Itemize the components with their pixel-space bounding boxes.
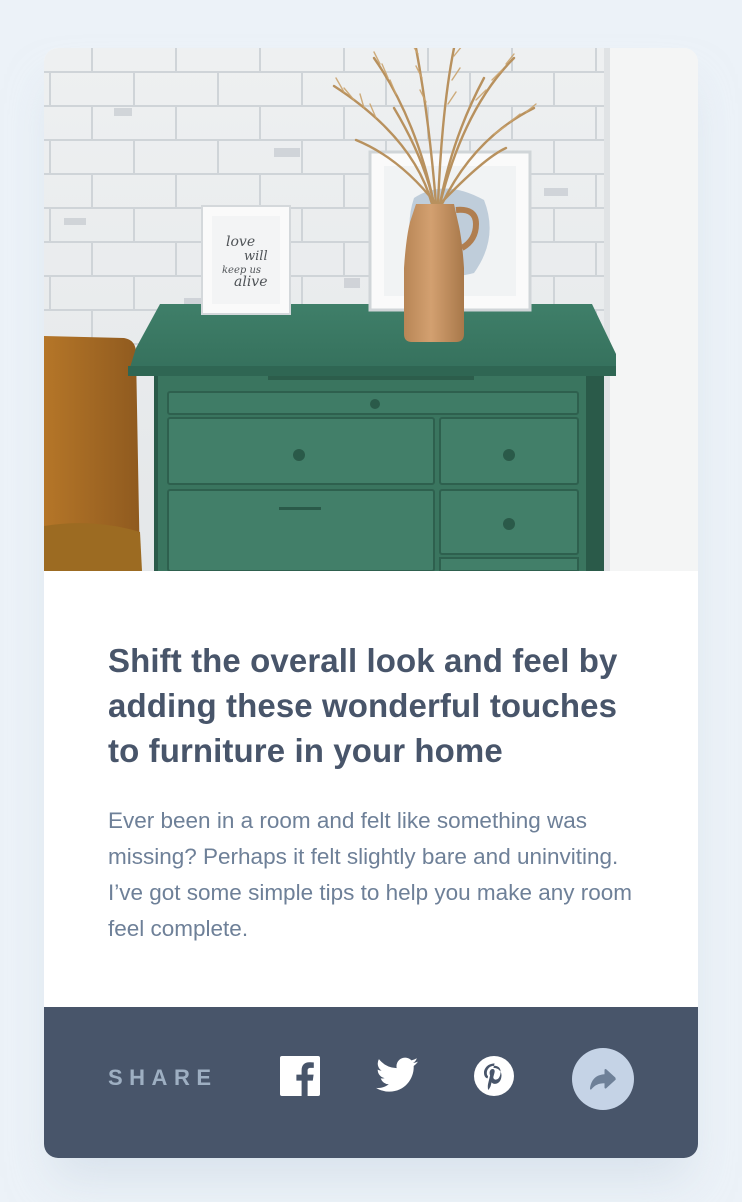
article-card: love will keep us alive Shift the overal… <box>44 48 698 1158</box>
svg-text:alive: alive <box>234 274 268 290</box>
svg-text:will: will <box>244 249 268 264</box>
share-label: SHARE <box>108 1065 218 1090</box>
article-title: Shift the overall look and feel by addin… <box>108 642 618 769</box>
facebook-icon[interactable] <box>280 1056 320 1096</box>
article-content: Shift the overall look and feel by addin… <box>108 638 648 947</box>
share-footer: SHARE <box>44 1007 698 1158</box>
twitter-icon[interactable] <box>376 1057 418 1093</box>
share-arrow-icon <box>590 1068 616 1090</box>
svg-text:love: love <box>226 234 255 250</box>
article-description: Ever been in a room and felt like someth… <box>108 808 632 941</box>
share-button[interactable] <box>572 1048 634 1110</box>
pinterest-icon[interactable] <box>473 1055 515 1097</box>
hero-image: love will keep us alive <box>44 48 698 571</box>
